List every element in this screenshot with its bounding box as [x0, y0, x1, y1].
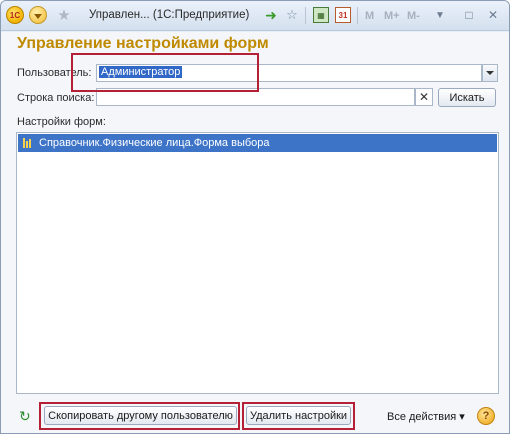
toolbar-separator	[357, 7, 358, 24]
delete-settings-button[interactable]: Удалить настройки	[246, 406, 351, 425]
memory-plus-button[interactable]: M+	[384, 8, 400, 24]
search-label: Строка поиска:	[17, 92, 95, 104]
forward-arrow-icon[interactable]: ➜	[263, 7, 279, 23]
add-favorite-icon[interactable]: ☆	[284, 7, 300, 23]
list-item[interactable]: Справочник.Физические лица.Форма выбора	[18, 134, 497, 152]
chevron-down-icon	[486, 71, 494, 75]
main-menu-icon[interactable]	[29, 6, 47, 24]
close-button[interactable]: ✕	[485, 7, 501, 23]
settings-list[interactable]: Справочник.Физические лица.Форма выбора	[16, 132, 499, 394]
dropdown-arrow-icon[interactable]: ▼	[432, 7, 448, 23]
search-button[interactable]: Искать	[438, 88, 496, 107]
toolbar-separator	[305, 7, 306, 24]
memory-m-button[interactable]: M	[365, 8, 374, 24]
user-value: Администратор	[99, 66, 183, 78]
list-item-label: Справочник.Физические лица.Форма выбора	[39, 137, 270, 149]
form-title: Управление настройками форм	[17, 35, 269, 52]
settings-window: 1С ★ Управлен... (1С:Предприятие) ➜ ☆ ▦ …	[0, 0, 510, 434]
settings-label: Настройки форм:	[17, 116, 106, 128]
clear-icon[interactable]: ✕	[415, 88, 433, 106]
user-dropdown-button[interactable]	[482, 64, 498, 82]
logo-1c-icon[interactable]: 1С	[6, 6, 24, 24]
copy-to-user-button[interactable]: Скопировать другому пользователю	[44, 406, 237, 425]
restore-button[interactable]: □	[461, 7, 477, 23]
search-input[interactable]	[96, 88, 415, 106]
window-title: Управлен... (1С:Предприятие)	[89, 9, 250, 21]
memory-minus-button[interactable]: M-	[407, 8, 420, 24]
favorite-star-icon[interactable]: ★	[55, 6, 73, 24]
user-label: Пользователь:	[17, 67, 92, 79]
all-actions-menu[interactable]: Все действия ▾	[387, 410, 465, 423]
help-icon[interactable]: ?	[477, 407, 495, 425]
calculator-icon[interactable]: ▦	[313, 7, 329, 23]
form-icon	[23, 138, 33, 148]
calendar-icon[interactable]: 31	[335, 7, 351, 23]
refresh-icon[interactable]: ↻	[19, 408, 31, 425]
title-bar: 1С ★ Управлен... (1С:Предприятие) ➜ ☆ ▦ …	[1, 1, 509, 31]
user-field[interactable]: Администратор	[96, 64, 482, 82]
